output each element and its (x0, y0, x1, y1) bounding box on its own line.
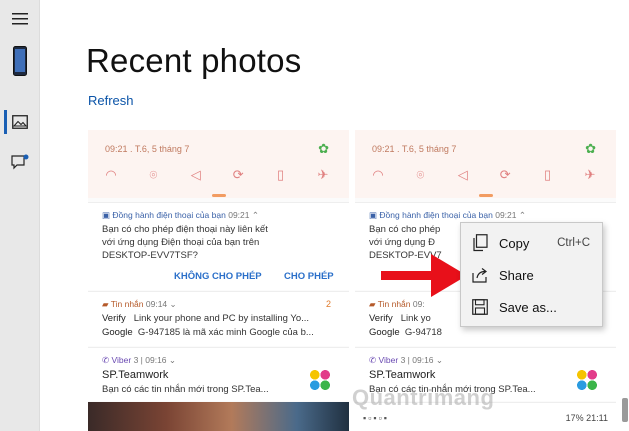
phone-button[interactable] (0, 44, 40, 78)
copy-icon (461, 234, 499, 252)
context-menu: Copy Ctrl+C Share Save as... (460, 222, 603, 327)
gear-icon: ✿ (585, 141, 596, 156)
group-avatar (307, 367, 333, 393)
refresh-link[interactable]: Refresh (88, 93, 134, 108)
photo-thumbnail (88, 402, 349, 431)
rotate-icon: ⟳ (499, 167, 511, 182)
notification-sms: ▰ Tin nhắn 09:14 ⌄ 2 Verify Link your ph… (88, 291, 349, 346)
rotate-icon: ⟳ (232, 167, 244, 182)
chat-name: SP.Teamwork (102, 369, 169, 381)
menu-item-label: Copy (499, 235, 530, 251)
arrow-icon (381, 254, 467, 297)
sms-icon: ▰ (102, 299, 111, 309)
airplane-icon: ✈ (317, 167, 329, 182)
qs-icons: ◠ ⌾ ◁ ⟳ ▯ ✈ (102, 166, 332, 184)
wifi-icon: ◠ (105, 167, 117, 182)
notification-companion: ▣ Đồng hành điện thoại của bạn 09:21 ⌃ B… (88, 202, 349, 290)
qs-handle (479, 194, 493, 197)
notif-header: ▰ Tin nhắn 09: (369, 299, 425, 309)
gear-icon: ✿ (318, 141, 329, 156)
notif-header: ✆ Viber 3 | 09:16 ⌄ (369, 355, 444, 365)
notif-header: ✆ Viber 3 | 09:16 ⌄ (102, 355, 177, 365)
flashlight-icon: ▯ (276, 167, 285, 182)
messages-button[interactable] (0, 145, 40, 179)
quick-settings: 09:21 . T.6, 5 tháng 7 ✿ ◠ ⌾ ◁ ⟳ ▯ ✈ (355, 130, 616, 198)
qs-icons: ◠ ⌾ ◁ ⟳ ▯ ✈ (369, 166, 599, 184)
notif-line: Google G-94718 (369, 327, 442, 338)
wifi-icon: ◠ (372, 167, 384, 182)
message-icon (11, 154, 29, 170)
qs-time: 09:21 . T.6, 5 tháng 7 (105, 144, 190, 154)
notif-header: ▣ Đồng hành điện thoại của bạn 09:21 ⌃ (102, 210, 259, 220)
notif-line: Bạn có cho phép điện thoại này liên kết (102, 224, 268, 235)
notification-viber: ✆ Viber 3 | 09:16 ⌄ SP.Teamwork Bạn có c… (88, 347, 349, 401)
page-title: Recent photos (86, 42, 302, 79)
menu-item-save-as[interactable]: Save as... (461, 291, 602, 323)
menu-shortcut: Ctrl+C (557, 237, 590, 249)
scrollbar[interactable] (622, 398, 628, 422)
save-icon (461, 299, 499, 315)
notif-line: DESKTOP-EVV7TSF? (102, 250, 198, 261)
chat-name: SP.Teamwork (369, 369, 436, 381)
location-icon: ⌾ (416, 167, 425, 182)
companion-icon: ▣ (369, 210, 380, 220)
volume-icon: ◁ (457, 167, 468, 182)
battery-time: 17% 21:11 (565, 413, 608, 423)
volume-icon: ◁ (190, 167, 201, 182)
watermark-text: Quantrimang (352, 385, 495, 410)
your-phone-app: Recent photos Refresh 09:21 . T.6, 5 thá… (0, 0, 629, 431)
companion-icon: ▣ (102, 210, 113, 220)
notif-line: Verify Link your phone and PC by install… (102, 313, 310, 324)
notif-header: ▣ Đồng hành điện thoại của bạn 09:21 ⌃ (369, 210, 526, 220)
photos-button[interactable] (0, 105, 40, 139)
menu-item-label: Share (499, 267, 534, 283)
menu-item-copy[interactable]: Copy Ctrl+C (461, 227, 602, 259)
deny-button[interactable]: KHÔNG CHO PHÉP (174, 271, 262, 282)
photo-card[interactable]: 09:21 . T.6, 5 tháng 7 ✿ ◠ ⌾ ◁ ⟳ ▯ ✈ ▣ Đ… (88, 130, 349, 431)
phone-icon (13, 46, 27, 76)
notif-line: với ứng dụng Điện thoại của bạn trên (102, 237, 260, 248)
status-icons: ▪▫▪▫▪ (363, 413, 389, 423)
share-icon (461, 267, 499, 283)
menu-item-label: Save as... (499, 299, 557, 315)
allow-button[interactable]: CHO PHÉP (284, 271, 334, 282)
menu-item-share[interactable]: Share (461, 259, 602, 291)
qs-handle (212, 194, 226, 197)
sms-icon: ▰ (369, 299, 378, 309)
flashlight-icon: ▯ (543, 167, 552, 182)
notif-count: 2 (325, 299, 331, 309)
notif-header: ▰ Tin nhắn 09:14 ⌄ (102, 299, 177, 309)
notif-line: Google G-947185 là mã xác minh Google củ… (102, 327, 314, 338)
hamburger-icon (12, 13, 28, 25)
qs-time: 09:21 . T.6, 5 tháng 7 (372, 144, 457, 154)
photos-icon (12, 115, 28, 129)
quick-settings: 09:21 . T.6, 5 tháng 7 ✿ ◠ ⌾ ◁ ⟳ ▯ ✈ (88, 130, 349, 198)
chat-preview: Bạn có các tin nhắn mới trong SP.Tea... (102, 384, 269, 395)
nav-rail (0, 0, 40, 431)
group-avatar (574, 367, 600, 393)
menu-button[interactable] (0, 2, 40, 36)
location-icon: ⌾ (149, 167, 158, 182)
airplane-icon: ✈ (584, 167, 596, 182)
